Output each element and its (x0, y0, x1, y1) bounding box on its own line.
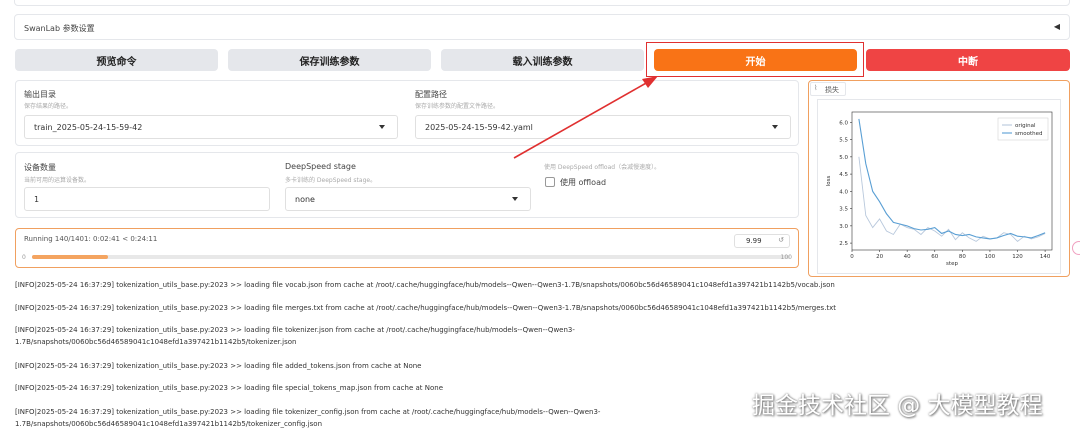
y-tick-label: 3.5 (839, 207, 848, 213)
x-tick-label: 100 (985, 254, 996, 260)
start-button[interactable]: 开始 (654, 49, 857, 71)
log-line: [INFO|2025-05-24 16:37:29] tokenization_… (15, 281, 835, 289)
save-params-button[interactable]: 保存训练参数 (228, 49, 431, 71)
y-tick-label: 4.0 (839, 189, 848, 195)
side-handle[interactable] (1072, 241, 1080, 255)
chevron-down-icon (772, 125, 778, 129)
y-tick-label: 3.0 (839, 224, 848, 230)
collapse-icon[interactable]: ◀ (1054, 22, 1060, 31)
top-edge-panel (14, 0, 1070, 6)
chart-panel: ⌇ 损失 0 20 40 60 80 100 120 140 2.5 3.0 3.5 4.0 4.5 5.… (808, 80, 1070, 277)
y-tick-label: 5.0 (839, 155, 848, 161)
offload-checkbox[interactable] (545, 177, 555, 187)
device-count-value: 1 (34, 194, 40, 204)
device-panel: 设备数量 当前可用的运算设备数。 1 DeepSpeed stage 多卡训练的… (15, 152, 799, 218)
x-tick-label: 20 (876, 254, 883, 260)
chart-tab-label: 损失 (825, 86, 839, 94)
swanlab-settings-accordion[interactable]: SwanLab 参数设置 ◀ (14, 14, 1070, 40)
device-count-label: 设备数量 (24, 163, 56, 172)
log-line: [INFO|2025-05-24 16:37:29] tokenization_… (15, 362, 422, 370)
offload-label[interactable]: 使用 offload (560, 177, 606, 188)
output-dir-value: train_2025-05-24-15-59-42 (34, 122, 143, 132)
output-dir-hint: 保存结果的路径。 (24, 103, 73, 110)
y-tick-label: 2.5 (839, 241, 848, 247)
offload-hint: 使用 DeepSpeed offload（会减慢速度）。 (544, 164, 661, 171)
y-axis-label: loss (826, 176, 832, 187)
config-path-hint: 保存训练参数的配置文件路径。 (415, 103, 500, 110)
output-dir-select[interactable]: train_2025-05-24-15-59-42 (24, 115, 398, 139)
progress-panel: Running 140/1401: 0:02:41 < 0:24:11 9.99… (15, 228, 799, 268)
chart-frame: 0 20 40 60 80 100 120 140 2.5 3.0 3.5 4.0 4.5 5.0 5.5 6… (817, 99, 1061, 274)
load-params-button[interactable]: 载入训练参数 (441, 49, 644, 71)
chevron-down-icon (512, 197, 518, 201)
chart-icon: ⌇ (814, 84, 818, 92)
legend-label-smoothed: smoothed (1015, 131, 1042, 137)
progress-track (32, 255, 790, 259)
x-tick-label: 60 (931, 254, 938, 260)
log-line: [INFO|2025-05-24 16:37:29] tokenization_… (15, 384, 444, 392)
deepspeed-label: DeepSpeed stage (285, 162, 356, 171)
progress-value: 9.99 (746, 237, 762, 245)
device-count-hint: 当前可用的运算设备数。 (24, 177, 91, 184)
x-axis-label: step (946, 261, 958, 267)
y-tick-label: 4.5 (839, 172, 848, 178)
reset-icon[interactable]: ↺ (778, 236, 784, 244)
deepspeed-value: none (295, 194, 315, 204)
output-dir-label: 输出目录 (24, 90, 56, 99)
paths-panel: 输出目录 保存结果的路径。 train_2025-05-24-15-59-42 … (15, 80, 799, 146)
deepspeed-hint: 多卡训练的 DeepSpeed stage。 (285, 177, 377, 184)
deepspeed-select[interactable]: none (285, 187, 531, 211)
stop-button[interactable]: 中断 (866, 49, 1070, 71)
y-tick-label: 5.5 (839, 138, 848, 144)
legend-label-original: original (1015, 123, 1036, 129)
accordion-title: SwanLab 参数设置 (24, 24, 95, 33)
x-tick-label: 40 (904, 254, 911, 260)
log-line: 1.7B/snapshots/0060bc56d46589041c1048efd… (15, 338, 297, 346)
loss-chart: 0 20 40 60 80 100 120 140 2.5 3.0 3.5 4.0 4.5 5.0 5.5 6… (826, 111, 1053, 267)
device-count-input[interactable]: 1 (24, 187, 270, 211)
config-path-label: 配置路径 (415, 90, 447, 99)
chevron-down-icon (379, 125, 385, 129)
config-path-select[interactable]: 2025-05-24-15-59-42.yaml (415, 115, 791, 139)
x-tick-label: 140 (1040, 254, 1051, 260)
preview-command-button[interactable]: 预览命令 (15, 49, 218, 71)
progress-min: 0 (22, 254, 26, 261)
progress-value-box[interactable]: 9.99 ↺ (734, 234, 790, 248)
x-tick-label: 120 (1012, 254, 1023, 260)
x-tick-label: 0 (850, 254, 854, 260)
progress-max: 100 (780, 254, 792, 261)
watermark: 掘金技术社区 @ 大模型教程 (752, 393, 1043, 419)
log-line: [INFO|2025-05-24 16:37:29] tokenization_… (15, 408, 601, 416)
config-path-value: 2025-05-24-15-59-42.yaml (425, 122, 533, 132)
log-line: 1.7B/snapshots/0060bc56d46589041c1048efd… (15, 420, 323, 428)
series-line-original (858, 156, 1046, 242)
progress-status: Running 140/1401: 0:02:41 < 0:24:11 (24, 235, 158, 243)
chart-tab[interactable]: ⌇ 损失 (810, 82, 846, 96)
log-line: [INFO|2025-05-24 16:37:29] tokenization_… (15, 326, 575, 334)
x-tick-label: 80 (959, 254, 966, 260)
log-line: [INFO|2025-05-24 16:37:29] tokenization_… (15, 304, 837, 312)
progress-fill (32, 255, 108, 259)
y-tick-label: 6.0 (839, 120, 848, 126)
